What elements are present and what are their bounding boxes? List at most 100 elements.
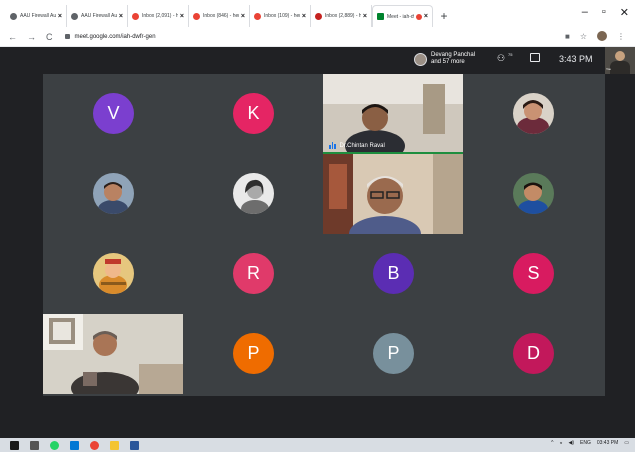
- window-controls: – ▫ ✕: [582, 6, 629, 19]
- participant-tile[interactable]: D: [463, 314, 603, 394]
- close-tab-icon[interactable]: ×: [302, 13, 306, 20]
- close-tab-icon[interactable]: ×: [363, 13, 367, 20]
- participant-initial-avatar: S: [513, 253, 554, 294]
- participant-name-tag: Dr.Chintan Raval: [329, 142, 385, 149]
- participant-initial-avatar: D: [513, 333, 554, 374]
- people-count: 75: [508, 52, 513, 57]
- gmail-icon: [254, 12, 261, 20]
- gmail-icon: [132, 12, 139, 20]
- participant-tile[interactable]: [43, 234, 183, 314]
- participant-photo-avatar: [513, 93, 554, 134]
- people-icon[interactable]: ⚇: [497, 53, 505, 64]
- bookmark-star-icon[interactable]: ☆: [580, 32, 587, 41]
- participants-summary[interactable]: Devang Panchal and 57 more: [414, 52, 475, 66]
- browser-tab[interactable]: Inbox (109) - hems×: [250, 5, 311, 27]
- tray-chevron-icon[interactable]: ^: [551, 440, 553, 446]
- profile-icon[interactable]: [597, 31, 607, 41]
- browser-tab[interactable]: Inbox (2,091) - ham×: [128, 5, 189, 27]
- new-tab-button[interactable]: +: [437, 5, 451, 27]
- participant-tile[interactable]: R: [183, 234, 323, 314]
- browser-tab[interactable]: AAU Firewall Authe×: [67, 5, 128, 27]
- participants-summary-line1: Devang Panchal: [431, 52, 476, 58]
- globe-icon: [10, 12, 17, 20]
- language-indicator[interactable]: ENG: [580, 440, 591, 446]
- meet-bottom-area: [0, 396, 635, 438]
- meet-window: Devang Panchal and 57 more ⚇ 75 3:43 PM …: [0, 47, 635, 438]
- participant-initial-avatar: P: [373, 333, 414, 374]
- participant-avatar: [414, 52, 427, 66]
- word-icon[interactable]: [130, 440, 139, 450]
- participants-summary-line2: and 57 more: [431, 59, 465, 65]
- task-view-icon[interactable]: [30, 440, 39, 450]
- browser-tab[interactable]: Inbox (2,889) - hem×: [311, 5, 372, 27]
- participant-tile[interactable]: S: [463, 234, 603, 314]
- recording-dot-icon: [415, 13, 422, 20]
- chat-icon[interactable]: [530, 53, 540, 62]
- reload-button[interactable]: C: [46, 32, 53, 42]
- windows-taskbar: ^ ◒ ◀) ENG 03:43 PM ▭: [0, 438, 635, 452]
- volume-icon[interactable]: ◀): [569, 440, 575, 446]
- participant-photo-avatar: [513, 173, 554, 214]
- url-field[interactable]: meet.google.com/iah-dwfr-gen: [64, 33, 156, 40]
- whatsapp-icon[interactable]: [50, 440, 59, 450]
- address-bar-row: ← → C meet.google.com/iah-dwfr-gen ■ ☆ ⋮: [0, 27, 635, 47]
- participant-tile[interactable]: [323, 154, 463, 234]
- camera-icon[interactable]: ■: [565, 32, 570, 41]
- participant-tile[interactable]: K: [183, 74, 323, 154]
- meet-top-bar: Devang Panchal and 57 more ⚇ 75 3:43 PM …: [0, 47, 635, 74]
- participant-initial-avatar: B: [373, 253, 414, 294]
- participant-tile[interactable]: [43, 314, 183, 394]
- browser-tab-title: Inbox (2,091) - ham: [142, 13, 178, 19]
- browser-tab-title: Inbox (846) - hemu: [203, 13, 239, 19]
- url-text: meet.google.com/iah-dwfr-gen: [74, 33, 156, 40]
- browser-tab-strip: AAU Firewall Authe×AAU Firewall Authe×In…: [0, 0, 635, 27]
- participant-tile[interactable]: B: [323, 234, 463, 314]
- yahoo-icon: [315, 12, 322, 20]
- meeting-clock: 3:43 PM: [559, 54, 593, 64]
- participant-initial-avatar: P: [233, 333, 274, 374]
- file-explorer-icon[interactable]: [110, 440, 119, 450]
- browser-tab[interactable]: Meet - iah-dwfr ×: [372, 5, 433, 27]
- participant-tile[interactable]: [463, 74, 603, 154]
- browser-tab-title: Inbox (2,889) - hem: [325, 13, 361, 19]
- self-view-label: You: [606, 67, 612, 71]
- participant-grid: V K Dr.Chintan Raval R B S P P D: [43, 74, 605, 396]
- participant-tile[interactable]: [43, 154, 183, 234]
- participant-video-feed: [43, 314, 183, 394]
- close-tab-icon[interactable]: ×: [241, 13, 245, 20]
- windows-start-icon[interactable]: [10, 440, 19, 450]
- taskbar-clock[interactable]: 03:43 PM: [597, 440, 618, 446]
- menu-dots-icon[interactable]: ⋮: [617, 32, 625, 41]
- participant-tile[interactable]: P: [183, 314, 323, 394]
- participant-tile[interactable]: V: [43, 74, 183, 154]
- minimize-button[interactable]: –: [582, 6, 588, 19]
- maximize-button[interactable]: ▫: [602, 6, 606, 19]
- chrome-icon[interactable]: [90, 440, 99, 450]
- close-tab-icon[interactable]: ×: [119, 13, 123, 20]
- close-tab-icon[interactable]: ×: [180, 13, 184, 20]
- browser-tab[interactable]: Inbox (846) - hemu×: [189, 5, 250, 27]
- browser-tab-title: AAU Firewall Authe: [20, 13, 56, 19]
- participant-tile[interactable]: Dr.Chintan Raval: [323, 74, 463, 154]
- notifications-icon[interactable]: ▭: [624, 440, 629, 446]
- browser-tab-title: AAU Firewall Authe: [81, 13, 117, 19]
- participant-initial-avatar: R: [233, 253, 274, 294]
- network-icon[interactable]: ◒: [559, 440, 562, 446]
- participant-tile[interactable]: P: [323, 314, 463, 394]
- globe-icon: [71, 12, 78, 20]
- participant-tile[interactable]: [463, 154, 603, 234]
- close-window-button[interactable]: ✕: [620, 6, 629, 19]
- browser-tab-title: Meet - iah-dwfr: [387, 13, 414, 20]
- participant-photo-avatar: [93, 253, 134, 294]
- browser-tab[interactable]: AAU Firewall Authe×: [6, 5, 67, 27]
- meet-icon: [377, 13, 384, 20]
- store-icon[interactable]: [70, 440, 79, 450]
- close-tab-icon[interactable]: ×: [58, 13, 62, 20]
- back-button[interactable]: ←: [8, 32, 17, 42]
- forward-button[interactable]: →: [27, 32, 36, 42]
- participant-photo-avatar: [93, 173, 134, 214]
- close-tab-icon[interactable]: ×: [424, 13, 428, 20]
- participant-name: Dr.Chintan Raval: [339, 142, 385, 149]
- participant-tile[interactable]: [183, 154, 323, 234]
- toolbar-actions: ■ ☆ ⋮: [565, 31, 625, 41]
